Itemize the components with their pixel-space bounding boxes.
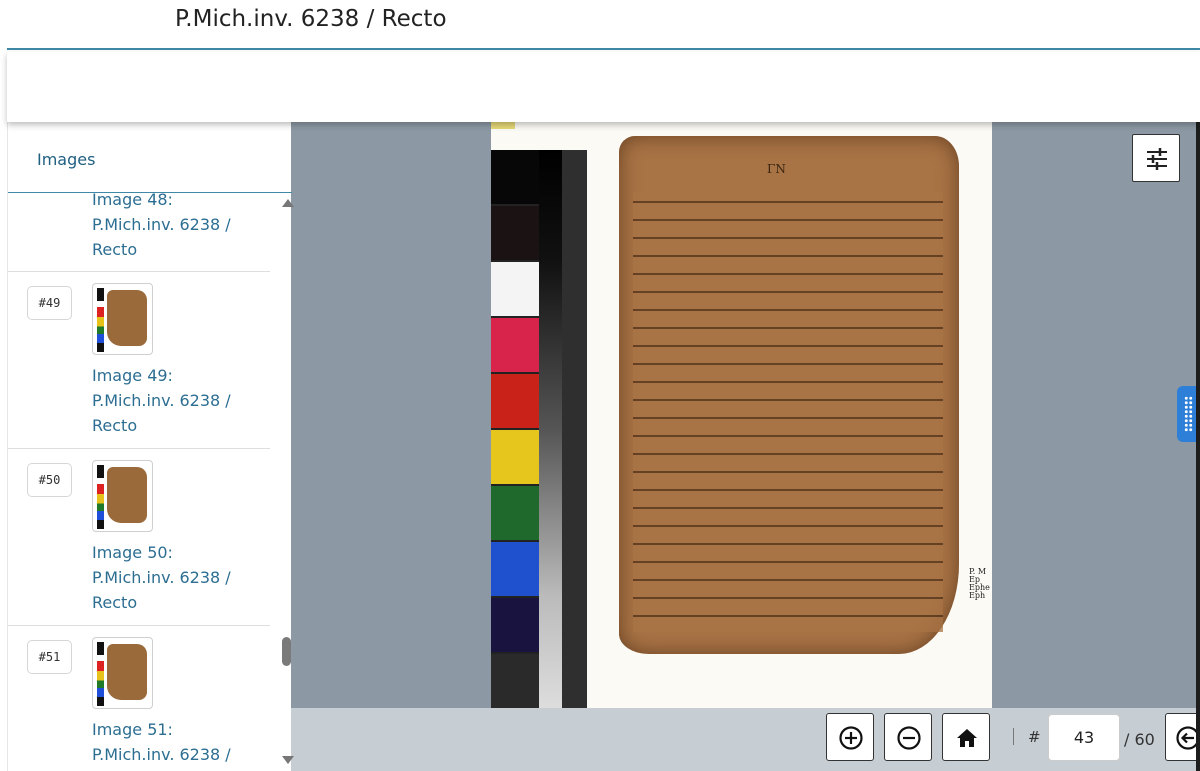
- list-item-label[interactable]: Image 49: P.Mich.inv. 6238 / Recto: [92, 363, 252, 438]
- thumbnail-image[interactable]: [92, 637, 153, 709]
- color-calibration-card: [491, 150, 539, 708]
- thumbnail-image[interactable]: [92, 460, 153, 532]
- scroll-up-icon[interactable]: [282, 199, 294, 207]
- list-item[interactable]: #50 Image 50: P.Mich.inv. 6238 / Recto: [8, 449, 270, 626]
- sliders-icon: [1147, 148, 1167, 170]
- thumbnail-image[interactable]: [92, 283, 153, 355]
- total-pages: / 60: [1124, 730, 1155, 749]
- list-item[interactable]: Image 48: P.Mich.inv. 6238 / Recto: [8, 193, 270, 272]
- minus-circle-icon: [897, 726, 921, 750]
- index-badge: #49: [27, 286, 72, 320]
- plus-circle-icon: [839, 726, 863, 750]
- list-item-label[interactable]: Image 50: P.Mich.inv. 6238 / Recto: [92, 540, 252, 615]
- window-edge: [1196, 122, 1200, 771]
- title-divider: [7, 48, 1200, 50]
- page-hash-label: #: [1028, 728, 1041, 746]
- tab-images-label: Images: [37, 150, 96, 169]
- page-title: P.Mich.inv. 6238 / Recto: [175, 6, 447, 32]
- papyrus-text-lines: [633, 192, 943, 632]
- papyrus-fragment: ΓΝ: [619, 136, 959, 654]
- manuscript-image: ΓΝ P. M Ep Ephe Eph: [491, 122, 992, 708]
- image-adjust-button[interactable]: [1132, 134, 1180, 182]
- zoom-in-button[interactable]: [826, 713, 874, 761]
- zoom-out-button[interactable]: [884, 713, 932, 761]
- home-button[interactable]: [942, 713, 990, 761]
- greyscale-strip: [539, 150, 562, 708]
- index-badge: #50: [27, 463, 72, 497]
- toolbar-panel: [7, 52, 1200, 122]
- scrollbar-thumb[interactable]: [282, 637, 291, 666]
- tab-images[interactable]: Images: [8, 122, 292, 193]
- home-icon: [957, 729, 977, 747]
- index-badge: #51: [27, 640, 72, 674]
- drag-dots-icon: [1184, 396, 1193, 432]
- sidebar-scrollbar[interactable]: [280, 193, 294, 771]
- thumbnail-list[interactable]: Image 48: P.Mich.inv. 6238 / Recto #49 I…: [8, 193, 274, 771]
- list-item[interactable]: #51 Image 51: P.Mich.inv. 6238 /: [8, 626, 270, 771]
- image-side-caption: P. M Ep Ephe Eph: [969, 567, 990, 600]
- controls-separator: [1013, 728, 1014, 745]
- list-item-label[interactable]: Image 48: P.Mich.inv. 6238 / Recto: [92, 193, 252, 262]
- previous-page-button[interactable]: [1165, 713, 1200, 761]
- image-viewer[interactable]: ΓΝ P. M Ep Ephe Eph # 43 / 60: [291, 122, 1200, 771]
- list-item[interactable]: #49 Image 49: P.Mich.inv. 6238 / Recto: [8, 272, 270, 449]
- list-item-label[interactable]: Image 51: P.Mich.inv. 6238 /: [92, 717, 252, 767]
- sidebar: Images Image 48: P.Mich.inv. 6238 / Rect…: [7, 122, 294, 771]
- page-number-input[interactable]: [1048, 714, 1120, 761]
- papyrus-heading: ΓΝ: [767, 162, 786, 176]
- scroll-down-icon[interactable]: [282, 756, 294, 764]
